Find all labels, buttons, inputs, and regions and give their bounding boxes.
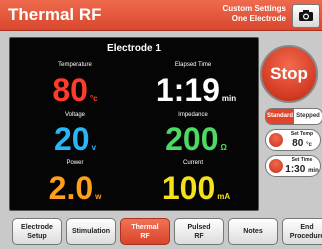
nav-notes-label: Notes [243,228,263,235]
power-readout: 2.0 w [15,172,135,204]
custom-settings-line1: Custom Settings [222,4,286,13]
set-time-label: Set Time [291,157,313,163]
set-time-value: 1:30 [285,164,306,175]
nav-end-procedure[interactable]: End Procedure [282,218,322,245]
nav-electrode-setup-line1: Electrode [21,223,53,231]
temperature-unit: °c [89,94,98,103]
custom-settings-line2: One Electrode [231,14,286,23]
temperature-label: Temperature [58,62,92,68]
power-label: Power [66,160,84,166]
camera-button[interactable] [292,4,320,28]
impedance-readout: 200 Ω [136,123,256,155]
bottom-nav: Electrode Setup Stimulation Thermal RF Pul… [12,218,322,246]
page-title: Thermal RF [8,5,102,24]
elapsed-time-unit: min [221,94,237,103]
elapsed-time-value: 1:19 [155,72,220,108]
current-readout: 100 mA [136,172,256,204]
nav-electrode-setup-line2: Setup [27,232,47,240]
set-time-button[interactable]: Set Time 1:30 min [265,155,321,177]
elapsed-time-readout: 1:19 min [136,74,256,106]
mode-standard-button[interactable]: Standard [266,109,294,124]
set-temp-label: Set Temp [290,131,314,137]
electrode-panel: Electrode 1 Temperature 80 °c Elapsed Tim… [9,37,259,211]
current-unit: mA [217,192,231,201]
current-label: Current [182,160,203,166]
camera-icon [299,10,313,21]
custom-settings-info: Custom Settings One Electrode [222,4,286,24]
voltage-readout: 20 v [15,123,135,155]
nav-pulsed-rf-line1: Pulsed [187,223,211,231]
electrode-title: Electrode 1 [107,43,161,54]
temperature-value: 80 [52,72,88,108]
set-temp-value: 80 [292,138,304,149]
set-time-indicator-icon [269,159,283,173]
nav-thermal-rf-line1: Thermal [131,223,159,231]
voltage-unit: v [91,143,97,152]
set-temp-unit: °c [306,142,312,148]
nav-pulsed-rf[interactable]: Pulsed RF [174,218,224,245]
mode-toggle: Standard Stepped [265,108,322,125]
set-time-readout: 1:30 min [285,164,319,175]
set-temp-button[interactable]: Set Temp 80 °c [265,129,321,151]
impedance-label: Impedance [178,112,208,118]
nav-end-procedure-line2: Procedure [289,232,322,240]
nav-stimulation[interactable]: Stimulation [66,218,116,245]
impedance-value: 200 [165,121,219,157]
nav-notes[interactable]: Notes [228,218,278,245]
current-value: 100 [161,170,216,206]
power-value: 2.0 [48,170,94,206]
nav-thermal-rf-line2: RF [140,232,150,240]
temperature-readout: 80 °c [15,74,135,106]
nav-thermal-rf[interactable]: Thermal RF [120,218,170,245]
power-unit: w [95,192,102,201]
voltage-value: 20 [53,121,90,157]
elapsed-time-label: Elapsed Time [174,62,212,68]
stop-button[interactable]: Stop [260,45,318,103]
set-temp-readout: 80 °c [285,138,319,149]
voltage-label: Voltage [64,112,86,118]
nav-electrode-setup[interactable]: Electrode Setup [12,218,62,245]
impedance-unit: Ω [220,143,227,152]
nav-pulsed-rf-line2: RF [194,232,204,240]
nav-end-procedure-line1: End [300,223,314,231]
set-temp-indicator-icon [269,133,283,147]
mode-stepped-button[interactable]: Stepped [294,109,322,124]
nav-stimulation-label: Stimulation [71,228,111,235]
set-time-unit: min [308,168,319,174]
